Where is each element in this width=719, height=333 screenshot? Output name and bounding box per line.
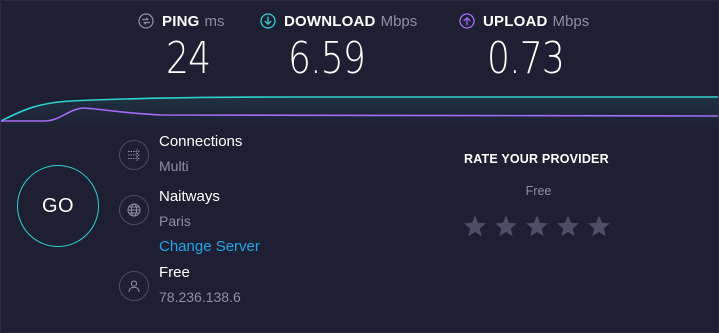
metrics-header: PING ms 24 DOWNLOAD Mbps 6.59 UPLOAD Mbp… [1, 1, 718, 91]
upload-value: 0.73 [487, 33, 565, 84]
upload-arrow-icon [459, 13, 475, 29]
upload-unit: Mbps [552, 12, 590, 30]
download-value: 6.59 [288, 33, 366, 84]
rate-provider-name: Free [525, 184, 552, 198]
ping-metric: PING ms 24 [138, 11, 224, 84]
ping-label: PING [162, 12, 200, 30]
star-icon-3[interactable] [525, 214, 549, 238]
server-name: Naitways [159, 188, 220, 205]
ping-unit: ms [204, 12, 225, 30]
globe-icon [119, 195, 149, 225]
go-button[interactable]: GO [17, 165, 99, 247]
download-arrow-icon [260, 13, 276, 29]
rate-provider-title: RATE YOUR PROVIDER [464, 152, 609, 166]
connections-title: Connections [159, 133, 243, 150]
speed-graph [1, 96, 718, 129]
download-graph-area [1, 97, 718, 129]
star-icon-4[interactable] [556, 214, 580, 238]
download-metric-header: DOWNLOAD Mbps [260, 11, 417, 31]
provider-ip: 78.236.138.6 [159, 289, 241, 305]
download-unit: Mbps [380, 12, 418, 30]
star-icon-5[interactable] [587, 214, 611, 238]
speedtest-panel: PING ms 24 DOWNLOAD Mbps 6.59 UPLOAD Mbp… [0, 0, 719, 333]
ping-metric-header: PING ms [138, 11, 224, 31]
star-icon-2[interactable] [494, 214, 518, 238]
provider-name: Free [159, 264, 190, 281]
download-label: DOWNLOAD [284, 12, 376, 30]
ping-icon [138, 13, 154, 29]
ping-value: 24 [166, 33, 211, 84]
connections-icon[interactable] [119, 140, 149, 170]
star-rating [463, 214, 611, 238]
connections-value: Multi [159, 158, 189, 174]
upload-label: UPLOAD [483, 12, 548, 30]
upload-metric-header: UPLOAD Mbps [459, 11, 589, 31]
server-location: Paris [159, 213, 191, 229]
download-metric: DOWNLOAD Mbps 6.59 [260, 11, 417, 84]
upload-metric: UPLOAD Mbps 0.73 [459, 11, 589, 84]
change-server-link[interactable]: Change Server [159, 238, 260, 255]
user-icon [119, 271, 149, 301]
star-icon-1[interactable] [463, 214, 487, 238]
